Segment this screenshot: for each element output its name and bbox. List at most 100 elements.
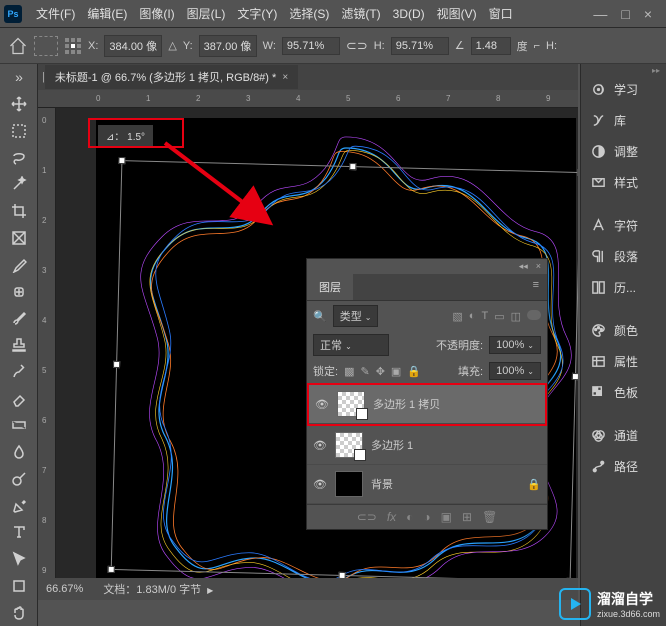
angle-input[interactable]: 1.48: [471, 37, 511, 55]
filter-pixel-icon[interactable]: ▧: [452, 310, 462, 323]
transform-handle[interactable]: [349, 163, 356, 170]
path-select-tool[interactable]: [3, 547, 35, 572]
visibility-icon[interactable]: 👁: [313, 439, 327, 452]
move-tool[interactable]: [3, 92, 35, 117]
layer-name[interactable]: 多边形 1 拷贝: [373, 396, 440, 412]
w-input[interactable]: 95.71%: [282, 37, 340, 55]
h-input[interactable]: 95.71%: [391, 37, 449, 55]
link-layers-icon[interactable]: ⊂⊃: [357, 510, 377, 524]
panel-paragraph[interactable]: 段落: [581, 241, 666, 272]
brush-tool[interactable]: [3, 306, 35, 331]
delete-layer-icon[interactable]: 🗑: [482, 510, 497, 524]
panel-collapse-icon[interactable]: ◂◂: [519, 261, 528, 272]
link-icon[interactable]: ⊂⊃: [346, 38, 368, 54]
lock-position-icon[interactable]: ✥: [376, 365, 385, 378]
layer-row[interactable]: 👁 多边形 1: [307, 426, 547, 465]
menu-layer[interactable]: 图层(L): [181, 1, 232, 26]
opacity-input[interactable]: 100% ⌄: [489, 336, 541, 354]
panel-library[interactable]: 库: [581, 105, 666, 136]
history-brush-tool[interactable]: [3, 359, 35, 384]
crop-tool[interactable]: [3, 199, 35, 224]
transform-handle[interactable]: [577, 169, 578, 176]
filter-toggle-icon[interactable]: [527, 310, 541, 320]
layers-panel-tab[interactable]: 图层: [307, 274, 353, 300]
layers-panel[interactable]: ◂◂ × 图层 ≡ 🔍 类型 ⌄ ▧ ◐ T ▭ ◫ 正常 ⌄ 不透明度: 10…: [306, 258, 548, 530]
filter-adjust-icon[interactable]: ◐: [469, 310, 476, 323]
visibility-icon[interactable]: 👁: [313, 478, 327, 491]
vertical-ruler[interactable]: 0 1 2 3 4 5 6 7 8 9: [38, 108, 56, 600]
doc-info-readout[interactable]: 文档：1.83M/0 字节▶: [103, 581, 213, 597]
menu-type[interactable]: 文字(Y): [231, 1, 283, 26]
panel-menu-icon[interactable]: ≡: [525, 274, 547, 300]
group-icon[interactable]: ▣: [441, 510, 452, 524]
marquee-tool[interactable]: [3, 119, 35, 144]
document-tab[interactable]: 未标题-1 @ 66.7% (多边形 1 拷贝, RGB/8#) * ×: [45, 65, 298, 89]
zoom-readout[interactable]: 66.67%: [46, 583, 83, 595]
panel-history[interactable]: 历...: [581, 272, 666, 303]
search-icon[interactable]: 🔍: [313, 310, 327, 323]
mask-icon[interactable]: ◐: [406, 510, 413, 524]
minimize-icon[interactable]: —: [593, 6, 607, 22]
hand-tool[interactable]: [3, 600, 35, 625]
filter-type-icon[interactable]: T: [481, 310, 488, 323]
menu-edit[interactable]: 编辑(E): [81, 1, 133, 26]
layer-name[interactable]: 多边形 1: [371, 437, 413, 453]
pen-tool[interactable]: [3, 493, 35, 518]
panel-color[interactable]: 颜色: [581, 315, 666, 346]
tab-close-icon[interactable]: ×: [282, 72, 288, 83]
lock-brush-icon[interactable]: ✎: [360, 365, 369, 378]
filter-smart-icon[interactable]: ◫: [511, 310, 521, 323]
collapse-icon[interactable]: »: [3, 65, 35, 90]
menu-view[interactable]: 视图(V): [431, 1, 483, 26]
filter-shape-icon[interactable]: ▭: [494, 310, 504, 323]
eraser-tool[interactable]: [3, 386, 35, 411]
panel-styles[interactable]: 样式: [581, 167, 666, 198]
transform-handle[interactable]: [118, 157, 125, 164]
panel-adjust[interactable]: 调整: [581, 136, 666, 167]
frame-tool[interactable]: [3, 226, 35, 251]
panel-learn[interactable]: 学习: [581, 74, 666, 105]
horizontal-ruler[interactable]: 0 1 2 3 4 5 6 7 8 9: [38, 90, 578, 108]
dodge-tool[interactable]: [3, 466, 35, 491]
collapse-right-icon[interactable]: ▸▸: [652, 66, 660, 75]
type-tool[interactable]: [3, 520, 35, 545]
new-layer-icon[interactable]: ⊞: [462, 510, 472, 524]
panel-properties[interactable]: 属性: [581, 346, 666, 377]
panel-close-icon[interactable]: ×: [536, 261, 541, 272]
menu-window[interactable]: 窗口: [483, 1, 519, 26]
blur-tool[interactable]: [3, 440, 35, 465]
panel-character[interactable]: 字符: [581, 210, 666, 241]
maximize-icon[interactable]: □: [621, 6, 629, 22]
layer-thumbnail[interactable]: [335, 471, 363, 497]
lock-pixels-icon[interactable]: ▩: [344, 365, 354, 378]
layer-filter-type[interactable]: 类型 ⌄: [333, 305, 379, 327]
lock-artboard-icon[interactable]: ▣: [391, 365, 401, 378]
layer-row[interactable]: 👁 多边形 1 拷贝: [309, 385, 545, 424]
transform-handle[interactable]: [572, 373, 578, 380]
layer-row[interactable]: 👁 背景 🔒: [307, 465, 547, 504]
menu-image[interactable]: 图像(I): [133, 1, 180, 26]
delta-icon[interactable]: △: [168, 39, 176, 52]
transform-handle[interactable]: [108, 566, 115, 573]
layer-thumbnail[interactable]: [335, 432, 363, 458]
healing-tool[interactable]: [3, 279, 35, 304]
transform-target-icon[interactable]: [34, 36, 58, 56]
menu-3d[interactable]: 3D(D): [387, 3, 431, 25]
reference-point-icon[interactable]: [64, 37, 82, 55]
panel-channels[interactable]: 通道: [581, 420, 666, 451]
transform-handle[interactable]: [113, 361, 120, 368]
gradient-tool[interactable]: [3, 413, 35, 438]
magic-wand-tool[interactable]: [3, 172, 35, 197]
menu-file[interactable]: 文件(F): [30, 1, 81, 26]
blend-mode-select[interactable]: 正常 ⌄: [313, 334, 389, 356]
close-icon[interactable]: ×: [644, 6, 652, 22]
fx-icon[interactable]: fx: [387, 510, 396, 524]
skew-icon[interactable]: ⌐: [534, 40, 540, 52]
visibility-icon[interactable]: 👁: [315, 398, 329, 411]
layer-thumbnail[interactable]: [337, 391, 365, 417]
layer-name[interactable]: 背景: [371, 476, 393, 492]
lasso-tool[interactable]: [3, 145, 35, 170]
menu-filter[interactable]: 滤镜(T): [335, 1, 386, 26]
panel-paths[interactable]: 路径: [581, 451, 666, 482]
fill-input[interactable]: 100% ⌄: [489, 362, 541, 380]
